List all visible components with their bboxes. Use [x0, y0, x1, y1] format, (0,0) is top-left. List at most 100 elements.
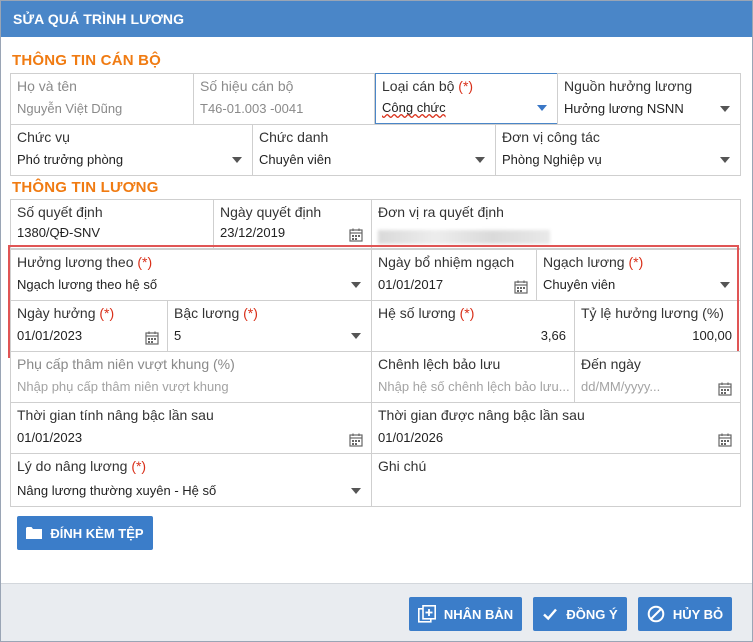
salary-grade-value: Chuyên viên	[543, 277, 616, 292]
chevron-down-icon	[720, 282, 730, 288]
salary-by-label: Hưởng lương theo	[17, 254, 134, 270]
salary-source-value: Hưởng lương NSNN	[564, 101, 684, 116]
duplicate-label: NHÂN BẢN	[443, 606, 514, 622]
position-value: Phó trưởng phòng	[17, 152, 124, 167]
coefficient-value: 3,66	[540, 328, 566, 343]
folder-icon	[26, 527, 43, 539]
calendar-icon[interactable]	[145, 331, 159, 345]
required-mark: (*)	[459, 305, 475, 321]
coefficient-label: Hệ số lương	[378, 305, 456, 321]
cancel-button[interactable]: HỦY BỎ	[638, 597, 732, 631]
decision-number-label: Số quyết định	[17, 204, 103, 220]
until-date-label: Đến ngày	[581, 356, 641, 372]
appoint-date-label: Ngày bổ nhiệm ngạch	[378, 254, 515, 270]
chevron-down-icon	[351, 333, 361, 339]
calendar-icon[interactable]	[718, 382, 732, 396]
staff-type-select[interactable]: Loại cán bộ (*) Công chức	[375, 73, 558, 125]
edit-salary-dialog: SỬA QUÁ TRÌNH LƯƠNG THÔNG TIN CÁN BỘ Họ …	[0, 0, 753, 642]
salary-source-select[interactable]: Nguồn hưởng lương Hưởng lương NSNN	[557, 73, 741, 125]
chevron-down-icon	[720, 106, 730, 112]
staff-code-value: T46-01.003 -0041	[200, 101, 304, 116]
salary-by-value: Ngạch lương theo hệ số	[17, 277, 158, 292]
duplicate-icon	[417, 605, 436, 623]
required-mark: (*)	[628, 254, 644, 270]
salary-source-label: Nguồn hưởng lương	[564, 78, 693, 94]
salary-grade-select[interactable]: Ngạch lương (*) Chuyên viên	[536, 249, 741, 301]
calendar-icon[interactable]	[718, 433, 732, 447]
work-unit-label: Đơn vị công tác	[502, 129, 600, 145]
chevron-down-icon	[351, 282, 361, 288]
decision-date-value: 23/12/2019	[220, 225, 286, 240]
effective-date-value: 01/01/2023	[17, 328, 83, 343]
decision-number-field[interactable]: Số quyết định 1380/QĐ-SNV	[10, 199, 214, 249]
reserve-difference-placeholder: Nhập hệ số chênh lệch bảo lưu...	[378, 379, 570, 394]
section-staff-title: THÔNG TIN CÁN BỘ	[12, 52, 162, 69]
until-date-field[interactable]: Đến ngày dd/MM/yyyy...	[574, 351, 741, 403]
staff-type-value: Công chức	[382, 100, 446, 115]
salary-step-select[interactable]: Bậc lương (*) 5	[167, 300, 372, 352]
required-mark: (*)	[99, 305, 115, 321]
agree-button[interactable]: ĐỒNG Ý	[533, 597, 627, 631]
staff-name-value: Nguyễn Việt Dũng	[17, 101, 123, 116]
next-raise-calc-field[interactable]: Thời gian tính nâng bậc lần sau 01/01/20…	[10, 402, 372, 454]
next-raise-calc-value: 01/01/2023	[17, 430, 83, 445]
reserve-difference-field[interactable]: Chênh lệch bảo lưu Nhập hệ số chênh lệch…	[371, 351, 575, 403]
section-salary-title: THÔNG TIN LƯƠNG	[12, 179, 159, 196]
check-icon	[543, 608, 558, 621]
salary-rate-value: 100,00	[692, 328, 732, 343]
work-unit-value: Phòng Nghiệp vụ	[502, 152, 602, 167]
job-title-value: Chuyên viên	[259, 152, 332, 167]
agree-label: ĐỒNG Ý	[566, 606, 618, 622]
required-mark: (*)	[243, 305, 258, 321]
required-mark: (*)	[131, 458, 147, 474]
job-title-select[interactable]: Chức danh Chuyên viên	[252, 124, 496, 176]
seniority-allowance-label: Phụ cấp thâm niên vượt khung (%)	[17, 356, 235, 372]
appoint-date-field[interactable]: Ngày bổ nhiệm ngạch 01/01/2017	[371, 249, 537, 301]
until-date-placeholder: dd/MM/yyyy...	[581, 379, 661, 394]
raise-reason-label: Lý do nâng lương	[17, 458, 128, 474]
issuing-unit-redacted	[378, 230, 550, 244]
decision-date-label: Ngày quyết định	[220, 204, 322, 220]
salary-rate-field[interactable]: Tỷ lệ hưởng lương (%) 100,00	[574, 300, 741, 352]
effective-date-field[interactable]: Ngày hưởng (*) 01/01/2023	[10, 300, 168, 352]
next-raise-date-value: 01/01/2026	[378, 430, 444, 445]
calendar-icon[interactable]	[514, 280, 528, 294]
chevron-down-icon	[475, 157, 485, 163]
seniority-allowance-field[interactable]: Phụ cấp thâm niên vượt khung (%) Nhập ph…	[10, 351, 372, 403]
position-label: Chức vụ	[17, 129, 70, 145]
duplicate-button[interactable]: NHÂN BẢN	[409, 597, 522, 631]
attach-file-label: ĐÍNH KÈM TỆP	[50, 525, 144, 541]
salary-by-select[interactable]: Hưởng lương theo (*) Ngạch lương theo hệ…	[10, 249, 372, 301]
coefficient-field[interactable]: Hệ số lương (*) 3,66	[371, 300, 575, 352]
job-title-label: Chức danh	[259, 129, 329, 145]
raise-reason-value: Nâng lương thường xuyên - Hệ số	[17, 483, 217, 498]
next-raise-date-field[interactable]: Thời gian được nâng bậc lần sau 01/01/20…	[371, 402, 741, 454]
cancel-label: HỦY BỎ	[672, 606, 724, 622]
note-field[interactable]: Ghi chú	[371, 453, 741, 507]
calendar-icon[interactable]	[349, 228, 363, 242]
staff-name-field: Họ và tên Nguyễn Việt Dũng	[10, 73, 194, 125]
staff-code-label: Số hiệu cán bộ	[200, 78, 294, 94]
staff-type-label: Loại cán bộ	[382, 78, 455, 94]
chevron-down-icon	[232, 157, 242, 163]
work-unit-select[interactable]: Đơn vị công tác Phòng Nghiệp vụ	[495, 124, 741, 176]
seniority-allowance-placeholder: Nhập phụ cấp thâm niên vượt khung	[17, 379, 229, 394]
calendar-icon[interactable]	[349, 433, 363, 447]
position-select[interactable]: Chức vụ Phó trưởng phòng	[10, 124, 253, 176]
required-mark: (*)	[137, 254, 153, 270]
chevron-down-icon	[537, 105, 547, 111]
staff-code-field: Số hiệu cán bộ T46-01.003 -0041	[193, 73, 375, 125]
required-mark: (*)	[458, 78, 474, 94]
attach-file-button[interactable]: ĐÍNH KÈM TỆP	[17, 516, 153, 550]
salary-rate-label: Tỷ lệ hưởng lương (%)	[581, 305, 724, 321]
raise-reason-select[interactable]: Lý do nâng lương (*) Nâng lương thường x…	[10, 453, 372, 507]
salary-step-label: Bậc lương	[174, 305, 240, 321]
reserve-difference-label: Chênh lệch bảo lưu	[378, 356, 501, 372]
salary-step-value: 5	[174, 328, 182, 343]
effective-date-label: Ngày hưởng	[17, 305, 96, 321]
note-label: Ghi chú	[378, 458, 427, 474]
decision-date-field[interactable]: Ngày quyết định 23/12/2019	[213, 199, 372, 249]
next-raise-date-label: Thời gian được nâng bậc lần sau	[378, 407, 585, 423]
issuing-unit-label: Đơn vị ra quyết định	[378, 204, 504, 220]
issuing-unit-field[interactable]: Đơn vị ra quyết định	[371, 199, 741, 249]
